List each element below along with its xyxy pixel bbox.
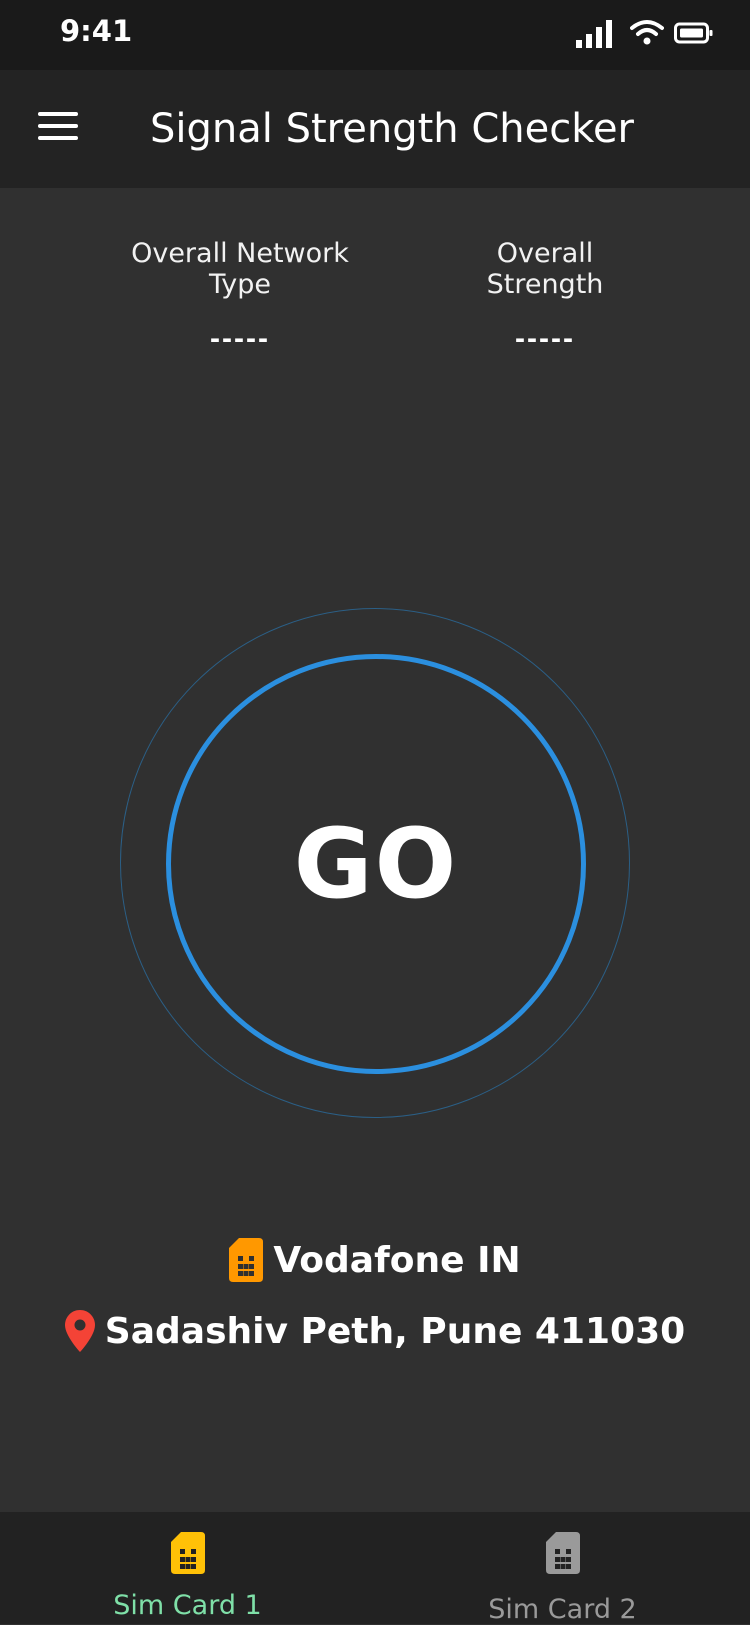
cellular-signal-icon bbox=[576, 20, 612, 48]
location-pin-icon bbox=[64, 1310, 95, 1352]
carrier-info: Vodafone IN bbox=[0, 1238, 750, 1282]
menu-icon-bar bbox=[38, 112, 78, 116]
sim-card-icon bbox=[229, 1238, 264, 1282]
go-button-wrapper: GO bbox=[120, 608, 630, 1118]
tab-sim-card-1-label: Sim Card 1 bbox=[113, 1590, 262, 1621]
network-type-metric: Overall Network Type ----- bbox=[100, 238, 380, 356]
status-icons bbox=[576, 18, 714, 48]
battery-icon bbox=[674, 22, 713, 44]
strength-label: Overall Strength bbox=[486, 238, 604, 300]
network-type-value: ----- bbox=[210, 322, 270, 355]
go-button[interactable]: GO bbox=[166, 654, 586, 1074]
sim-card-icon bbox=[170, 1532, 205, 1574]
menu-icon-bar bbox=[38, 136, 78, 140]
menu-button[interactable] bbox=[38, 112, 78, 144]
app-title: Signal Strength Checker bbox=[150, 106, 635, 152]
status-bar: 9:41 bbox=[0, 0, 750, 70]
carrier-name: Vodafone IN bbox=[273, 1239, 521, 1281]
sim-card-icon bbox=[545, 1532, 580, 1574]
go-label: GO bbox=[293, 808, 459, 920]
tab-sim-card-2[interactable]: Sim Card 2 bbox=[375, 1512, 750, 1625]
location-text: Sadashiv Peth, Pune 411030 bbox=[104, 1310, 686, 1352]
app-bar: Signal Strength Checker bbox=[0, 70, 750, 188]
network-type-label: Overall Network Type bbox=[131, 238, 349, 300]
strength-value: ----- bbox=[515, 322, 575, 355]
location-info: Sadashiv Peth, Pune 411030 bbox=[0, 1310, 750, 1352]
tab-sim-card-1[interactable]: Sim Card 1 bbox=[0, 1512, 375, 1624]
tab-sim-card-2-label: Sim Card 2 bbox=[488, 1594, 637, 1625]
menu-icon-bar bbox=[38, 124, 78, 128]
strength-metric: Overall Strength ----- bbox=[440, 238, 650, 356]
bottom-nav: Sim Card 1 Sim Card 2 bbox=[0, 1512, 750, 1625]
wifi-icon bbox=[630, 20, 664, 45]
status-time: 9:41 bbox=[60, 14, 133, 48]
